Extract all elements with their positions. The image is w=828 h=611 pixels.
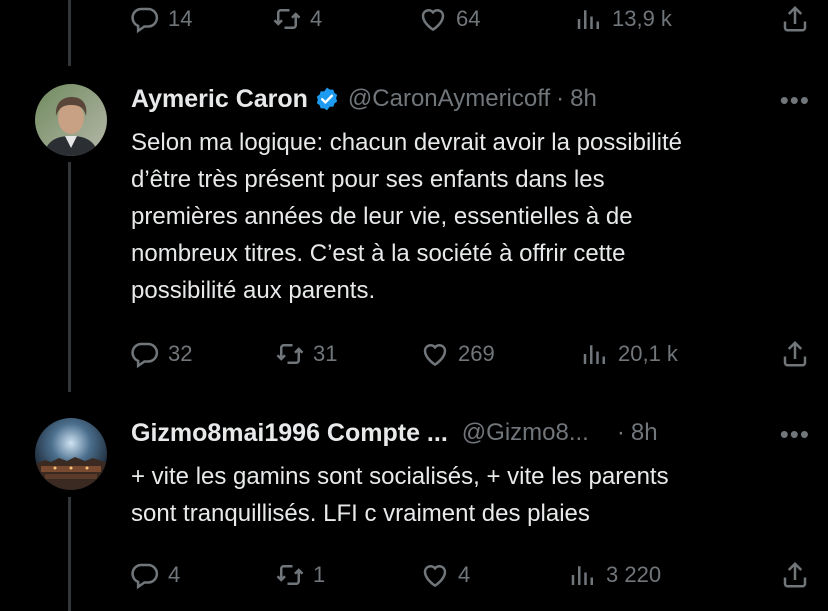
retweet-count: 1	[313, 562, 326, 587]
tweet-text-line: + vite les gamins sont socialisés, + vit…	[131, 463, 669, 490]
like-icon	[423, 565, 447, 588]
like-button[interactable]: 64	[418, 3, 480, 35]
more-icon[interactable]: •••	[780, 419, 810, 450]
reply-button[interactable]: 4	[130, 559, 180, 591]
views-count: 20,1 k	[618, 341, 678, 366]
like-button[interactable]: 269	[420, 338, 495, 370]
display-name[interactable]: Gizmo8mai1996 Compte ...	[131, 419, 448, 448]
reply-count: 32	[168, 341, 193, 366]
tweet-header: Gizmo8mai1996 Compte ... @Gizmo8... · 8h…	[131, 415, 810, 451]
avatar-image	[35, 418, 107, 490]
verified-badge-icon	[316, 87, 338, 111]
views-button[interactable]: 20,1 k	[580, 338, 678, 370]
share-button[interactable]	[780, 3, 810, 35]
retweet-button[interactable]: 1	[275, 559, 325, 591]
tweet-text-line: Selon ma logique: chacun devrait avoir l…	[131, 129, 682, 156]
share-icon	[783, 340, 807, 367]
tweet-text-line: sont tranquillisés. LFI c vraiment des p…	[131, 500, 590, 527]
timeline: 14 4 64 13,9 k Aymeric Caron @CaronAymer…	[0, 0, 828, 611]
views-button[interactable]: 13,9 k	[574, 3, 672, 35]
retweet-count: 4	[310, 6, 323, 31]
reply-count: 14	[168, 6, 193, 31]
retweet-icon	[273, 9, 301, 29]
like-icon	[423, 344, 447, 367]
like-count: 64	[456, 6, 481, 31]
avatar-image	[35, 84, 107, 156]
tweet-actions: 32 31 269 20,1 k	[130, 338, 810, 370]
share-icon	[783, 561, 807, 588]
display-name[interactable]: Aymeric Caron	[131, 85, 308, 114]
retweet-count: 31	[313, 341, 338, 366]
reply-icon	[131, 7, 159, 34]
timestamp[interactable]: 8h	[631, 419, 658, 447]
views-icon	[571, 566, 593, 585]
share-button[interactable]	[780, 559, 810, 591]
user-handle[interactable]: @Gizmo8...	[462, 419, 589, 447]
views-button[interactable]: 3 220	[568, 559, 661, 591]
tweet-text-line: premières années de leur vie, essentiell…	[131, 203, 633, 230]
views-count: 3 220	[606, 562, 662, 587]
reply-button[interactable]: 14	[130, 3, 192, 35]
retweet-icon	[276, 565, 304, 585]
tweet-header: Aymeric Caron @CaronAymericoff · 8h •••	[131, 81, 810, 117]
like-button[interactable]: 4	[420, 559, 470, 591]
like-count: 269	[458, 341, 495, 366]
reply-button[interactable]: 32	[130, 338, 192, 370]
separator: ·	[616, 419, 625, 446]
tweet-text-line: d’être très présent pour ses enfants dan…	[131, 166, 605, 193]
reply-icon	[131, 342, 159, 369]
views-count: 13,9 k	[612, 6, 672, 31]
share-icon	[783, 5, 807, 32]
retweet-button[interactable]: 31	[275, 338, 337, 370]
thread-line	[68, 162, 71, 392]
user-handle[interactable]: @CaronAymericoff	[348, 85, 550, 113]
tweet-text-line: possibilité aux parents.	[131, 277, 376, 304]
thread-line	[68, 497, 71, 611]
reply-count: 4	[168, 562, 181, 587]
tweet-actions: 4 1 4 3 220	[130, 559, 810, 591]
timestamp[interactable]: 8h	[570, 85, 597, 113]
retweet-button[interactable]: 4	[272, 3, 322, 35]
like-icon	[421, 9, 445, 32]
views-icon	[577, 10, 599, 29]
tweet-text: Selon ma logique: chacun devrait avoir l…	[131, 124, 811, 309]
avatar[interactable]	[35, 84, 107, 156]
retweet-icon	[276, 344, 304, 364]
more-icon[interactable]: •••	[780, 85, 810, 116]
tweet-actions: 14 4 64 13,9 k	[130, 3, 810, 35]
thread-line	[68, 0, 71, 66]
avatar[interactable]	[35, 418, 107, 490]
like-count: 4	[458, 562, 471, 587]
reply-icon	[131, 563, 159, 590]
separator: ·	[556, 85, 565, 112]
views-icon	[583, 345, 605, 364]
share-button[interactable]	[780, 338, 810, 370]
tweet-text-line: nombreux titres. C’est à la société à of…	[131, 240, 626, 267]
tweet-text: + vite les gamins sont socialisés, + vit…	[131, 458, 811, 532]
